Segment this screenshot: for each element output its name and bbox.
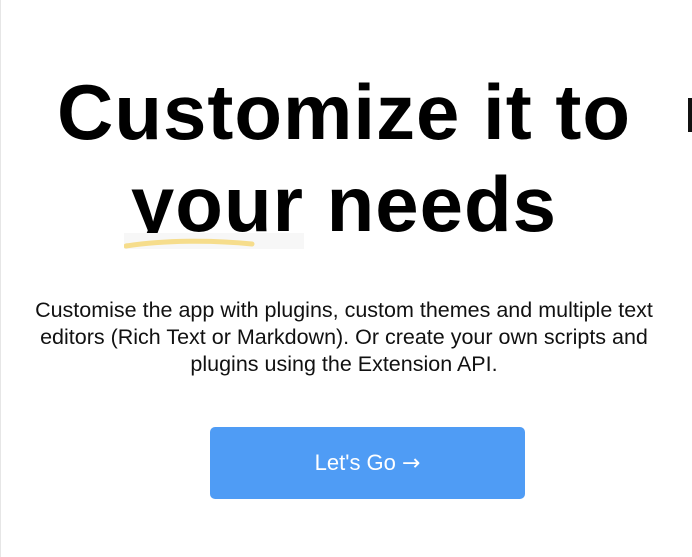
headline-line-1: Customize it to xyxy=(57,68,631,156)
hero-headline: Customize it to your needs xyxy=(0,66,688,250)
headline-line-2: your needs xyxy=(0,158,688,250)
arrow-right-icon: → xyxy=(401,450,421,476)
cta-label: Let's Go xyxy=(314,450,396,475)
lets-go-button[interactable]: Let's Go → xyxy=(210,427,525,499)
page: Customize it to your needs Customise the… xyxy=(0,0,692,557)
hero-subtitle: Customise the app with plugins, custom t… xyxy=(35,298,653,376)
underline-swash-decoration xyxy=(124,233,304,249)
scroll-edge-indicator xyxy=(688,98,692,132)
headline-rest-word: needs xyxy=(303,160,558,248)
